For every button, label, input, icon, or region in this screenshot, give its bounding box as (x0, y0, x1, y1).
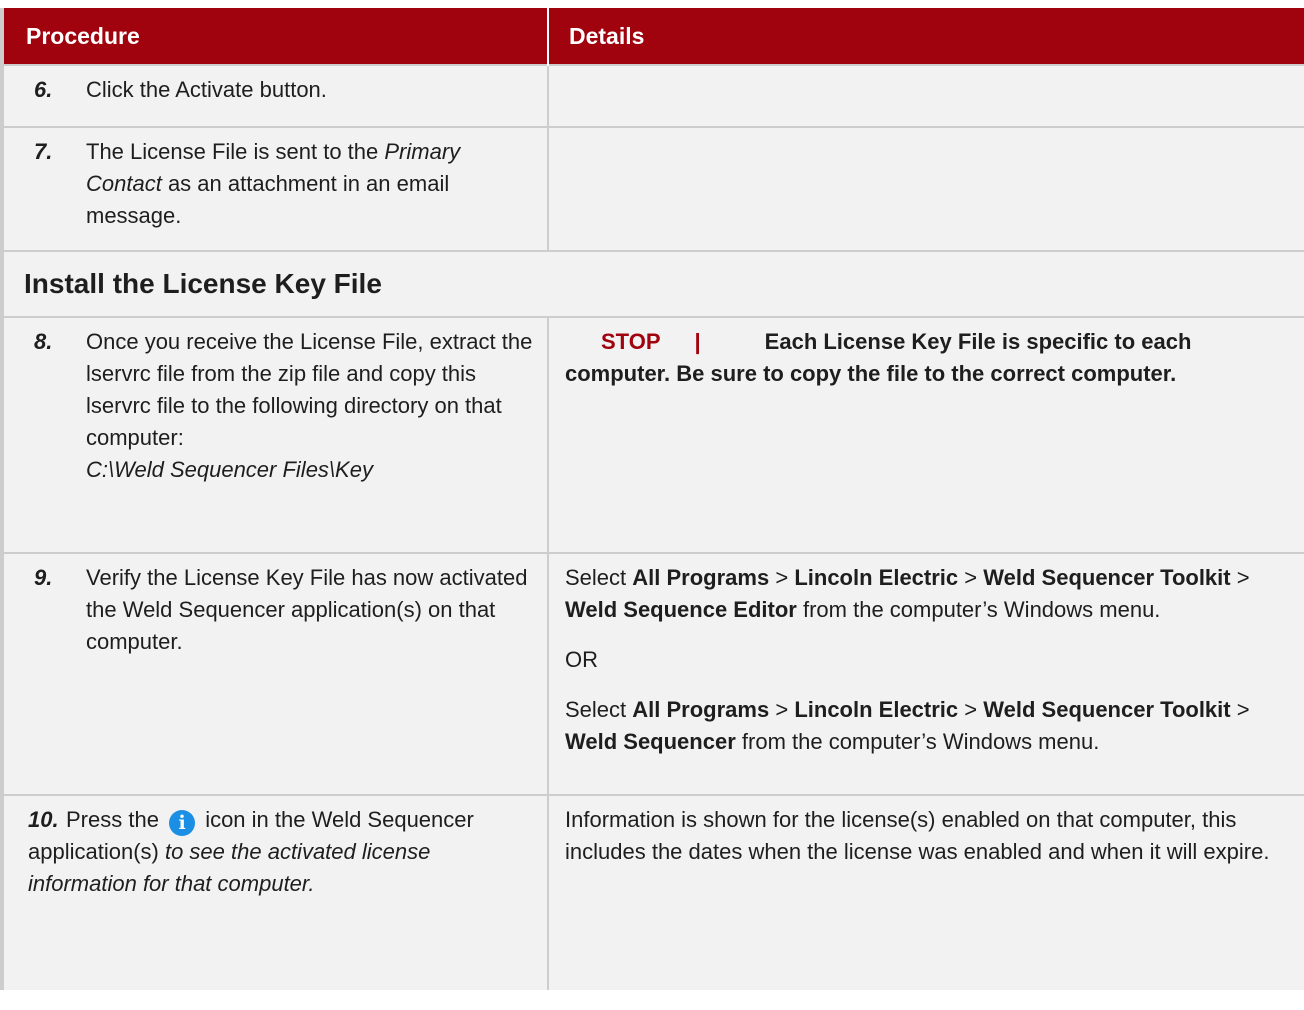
table-row-step-9: 9. Verify the License Key File has now a… (0, 552, 1304, 795)
table-row-step-8: 8. Once you receive the License File, ex… (0, 316, 1304, 553)
key-directory-path: C:\Weld Sequencer Files\Key (86, 457, 373, 482)
step-10-text-a: Press the (66, 807, 159, 832)
details-column-header: Details (547, 8, 1304, 65)
procedure-table: Procedure Details 6. Click the Activate … (0, 8, 1304, 990)
path-separator: > (775, 565, 789, 590)
all-programs-text: All Programs (632, 565, 770, 590)
menu-path-sequencer: Select All Programs > Lincoln Electric >… (565, 694, 1292, 758)
path-separator: > (964, 697, 978, 722)
lincoln-electric-text: Lincoln Electric (794, 697, 959, 722)
step-9-cell: 9. Verify the License Key File has now a… (0, 552, 548, 795)
menu-path-editor: Select All Programs > Lincoln Electric >… (565, 562, 1292, 626)
select-word: Select (565, 565, 627, 590)
or-text: OR (565, 647, 598, 672)
editor-text: Weld Sequence Editor (565, 597, 797, 622)
document-page: Procedure Details 6. Click the Activate … (0, 0, 1304, 1010)
step-7-details-cell (547, 126, 1304, 251)
step-10-details-text: Information is shown for the license(s) … (565, 807, 1270, 864)
section-title: Install the License Key File (0, 250, 1304, 317)
path-separator: > (1236, 565, 1250, 590)
stop-label: STOP (601, 329, 661, 354)
toolkit-text: Weld Sequencer Toolkit (983, 565, 1231, 590)
step-number: 8. (34, 329, 53, 354)
step-number: 9. (34, 565, 53, 590)
select-word: Select (565, 697, 627, 722)
table-row-step-10: 10. Press the i icon in the Weld Sequenc… (0, 794, 1304, 990)
step-8-text: Once you receive the License File, extra… (86, 326, 535, 486)
step-8-cell: 8. Once you receive the License File, ex… (0, 316, 548, 553)
step-8-details-cell: STOP | Each License Key File is specific t… (547, 316, 1304, 553)
step-number: 6. (34, 77, 53, 102)
step-8-instruction: Once you receive the License File, extra… (86, 329, 533, 450)
step-number: 7. (34, 139, 53, 164)
lincoln-electric-text: Lincoln Electric (794, 565, 959, 590)
step-9-details-cell: Select All Programs > Lincoln Electric >… (547, 552, 1304, 795)
info-icon: i (169, 810, 196, 836)
procedure-column-header: Procedure (0, 8, 548, 65)
stop-text-line-2: computer. Be sure to copy the file to th… (565, 361, 1177, 386)
step-7-text-a: The License File is sent to the (86, 139, 385, 164)
path-separator: > (1236, 697, 1250, 722)
table-row-step-7: 7. The License File is sent to the Prima… (0, 126, 1304, 251)
step-6-details-cell (547, 64, 1304, 127)
section-row: Install the License Key File (0, 250, 1304, 317)
editor-tail: from the computer’s Windows menu. (802, 597, 1161, 622)
stop-divider: | (694, 329, 701, 354)
table-row-step-6: 6. Click the Activate button. (0, 64, 1304, 127)
step-9-text: Verify the License Key File has now acti… (86, 565, 528, 654)
stop-text-line-1: Each License Key File is specific to eac… (764, 329, 1192, 354)
toolkit-text: Weld Sequencer Toolkit (983, 697, 1231, 722)
sequencer-tail: from the computer’s Windows menu. (741, 729, 1100, 754)
step-10-text: Press the i icon in the Weld Sequencer a… (28, 804, 535, 900)
step-7-cell: 7. The License File is sent to the Prima… (0, 126, 548, 251)
table-header-row: Procedure Details (0, 8, 1304, 65)
step-6-cell: 6. Click the Activate button. (0, 64, 548, 127)
step-7-text: The License File is sent to the Primary … (86, 136, 535, 232)
path-separator: > (964, 565, 978, 590)
step-10-details-cell: Information is shown for the license(s) … (547, 794, 1304, 990)
stop-notice: STOP | Each License Key File is specific t… (565, 326, 1292, 390)
step-6-text: Click the Activate button. (86, 77, 327, 102)
step-10-cell: 10. Press the i icon in the Weld Sequenc… (0, 794, 548, 990)
all-programs-text: All Programs (632, 697, 770, 722)
path-separator: > (775, 697, 789, 722)
sequencer-text: Weld Sequencer (565, 729, 736, 754)
